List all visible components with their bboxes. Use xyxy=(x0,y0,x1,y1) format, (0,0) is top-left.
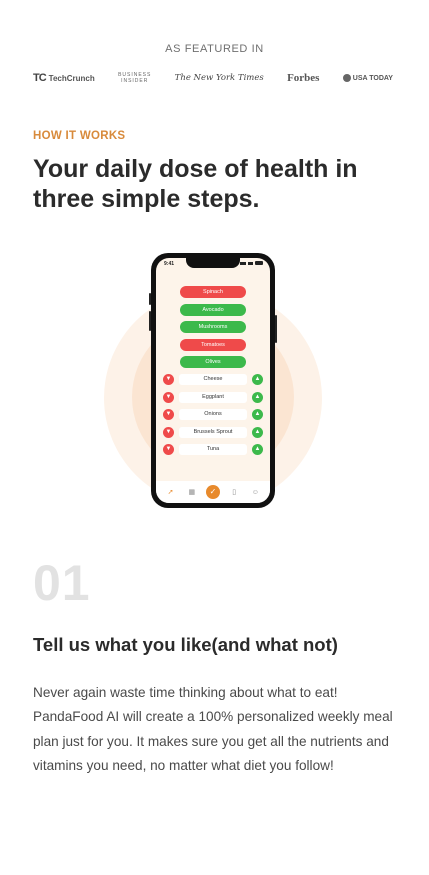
thumbs-down-icon[interactable]: ▼ xyxy=(163,409,174,420)
section-eyebrow: HOW IT WORKS xyxy=(33,130,126,142)
thumbs-down-icon[interactable]: ▼ xyxy=(163,427,174,438)
phone-screen: 9:41 Spinach Avocado Mushrooms Tomatoes … xyxy=(156,258,270,503)
phone-button xyxy=(149,311,151,331)
business-insider-logo: BUSINESS INSIDER xyxy=(118,72,151,84)
step-number: 01 xyxy=(33,555,91,611)
thumbs-down-icon[interactable]: ▼ xyxy=(163,444,174,455)
techcrunch-logo: TC TechCrunch xyxy=(33,72,95,84)
bookmark-icon[interactable]: ▯ xyxy=(227,488,241,496)
step-description: Never again waste time thinking about wh… xyxy=(33,685,393,773)
thumbs-up-icon[interactable]: ▲ xyxy=(252,444,263,455)
food-choice-row: ▼ Cheese ▲ xyxy=(163,373,263,386)
app-tab-bar: ➚ ▦ ✓ ▯ ☺ xyxy=(156,481,270,503)
food-pill-liked[interactable]: Olives xyxy=(180,356,246,368)
phone-illustration: 9:41 Spinach Avocado Mushrooms Tomatoes … xyxy=(0,252,429,512)
food-pill-disliked[interactable]: Tomatoes xyxy=(180,339,246,351)
check-icon[interactable]: ✓ xyxy=(205,485,220,499)
food-pill-liked[interactable]: Mushrooms xyxy=(180,321,246,333)
nytimes-logo: The New York Times xyxy=(174,73,264,83)
wifi-icon xyxy=(248,261,253,265)
food-pill-liked[interactable]: Avocado xyxy=(180,304,246,316)
calendar-icon[interactable]: ▦ xyxy=(185,488,199,496)
food-name: Eggplant xyxy=(179,392,247,403)
thumbs-down-icon[interactable]: ▼ xyxy=(163,374,174,385)
signal-icon xyxy=(240,261,246,265)
profile-icon[interactable]: ☺ xyxy=(248,489,262,496)
techcrunch-mark: TC xyxy=(33,72,47,84)
carrot-icon[interactable]: ➚ xyxy=(164,488,178,496)
phone-button xyxy=(149,293,151,305)
phone-notch xyxy=(186,258,240,268)
thumbs-up-icon[interactable]: ▲ xyxy=(252,409,263,420)
food-choice-row: ▼ Eggplant ▲ xyxy=(163,391,263,404)
food-name: Brussels Sprout xyxy=(179,427,247,438)
thumbs-up-icon[interactable]: ▲ xyxy=(252,374,263,385)
thumbs-up-icon[interactable]: ▲ xyxy=(252,392,263,403)
food-name: Cheese xyxy=(179,374,247,385)
usa-today-dot-icon xyxy=(342,74,351,82)
business-insider-line2: INSIDER xyxy=(121,78,149,84)
status-time: 9:41 xyxy=(164,261,175,267)
phone-mockup: 9:41 Spinach Avocado Mushrooms Tomatoes … xyxy=(149,253,277,508)
featured-label: AS FEATURED IN xyxy=(165,43,264,55)
status-icons xyxy=(240,261,263,265)
section-headline: Your daily dose of health in three simpl… xyxy=(33,155,358,213)
press-logos: TC TechCrunch BUSINESS INSIDER The New Y… xyxy=(33,70,393,86)
thumbs-up-icon[interactable]: ▲ xyxy=(252,427,263,438)
battery-icon xyxy=(255,261,263,265)
step-title: Tell us what you like(and what not) xyxy=(33,634,338,655)
usa-today-logo: USA TODAY xyxy=(342,74,393,82)
food-choice-row: ▼ Brussels Sprout ▲ xyxy=(163,426,263,439)
food-name: Tuna xyxy=(179,444,247,455)
food-choice-row: ▼ Onions ▲ xyxy=(163,408,263,421)
thumbs-down-icon[interactable]: ▼ xyxy=(163,392,174,403)
techcrunch-wordmark: TechCrunch xyxy=(48,73,95,83)
food-pill-disliked[interactable]: Spinach xyxy=(180,286,246,298)
usa-today-wordmark: USA TODAY xyxy=(352,74,393,82)
food-name: Onions xyxy=(179,409,247,420)
phone-button xyxy=(275,315,277,343)
forbes-logo: Forbes xyxy=(287,72,320,84)
food-choice-row: ▼ Tuna ▲ xyxy=(163,443,263,456)
